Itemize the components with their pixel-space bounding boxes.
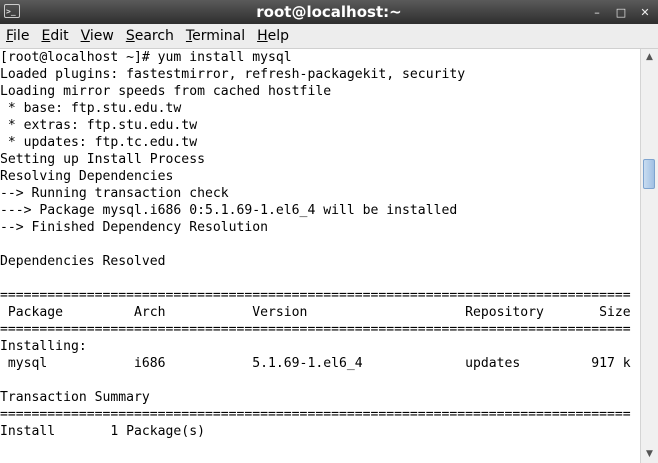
terminal-line: Installing: xyxy=(0,339,87,354)
terminal-line: ========================================… xyxy=(0,288,631,303)
window-title: root@localhost:~ xyxy=(256,3,402,21)
terminal-line: Resolving Dependencies xyxy=(0,169,174,184)
minimize-button[interactable]: – xyxy=(590,6,604,19)
menu-bar: File Edit View Search Terminal Help xyxy=(0,24,658,49)
menu-terminal[interactable]: Terminal xyxy=(180,28,251,44)
terminal-line: --> Running transaction check xyxy=(0,186,229,201)
terminal-line: Setting up Install Process xyxy=(0,152,205,167)
menu-help-mnemonic: H xyxy=(257,28,268,44)
menu-search[interactable]: Search xyxy=(120,28,180,44)
menu-file-mnemonic: F xyxy=(6,28,14,44)
menu-view-label: iew xyxy=(89,28,114,44)
vertical-scrollbar[interactable]: ▲ ▼ xyxy=(640,49,658,463)
menu-search-label: earch xyxy=(134,28,174,44)
menu-file-label: ile xyxy=(13,28,30,44)
terminal-line: ========================================… xyxy=(0,407,631,422)
window-controls: – □ ✕ xyxy=(590,0,652,24)
terminal-line: Loading mirror speeds from cached hostfi… xyxy=(0,84,332,99)
terminal-output[interactable]: [root@localhost ~]# yum install mysql Lo… xyxy=(0,49,640,463)
menu-search-mnemonic: S xyxy=(125,28,135,44)
close-button[interactable]: ✕ xyxy=(638,6,652,19)
menu-view-mnemonic: V xyxy=(80,28,90,44)
terminal-line: Loaded plugins: fastestmirror, refresh-p… xyxy=(0,67,466,82)
menu-file[interactable]: File xyxy=(0,28,35,44)
menu-edit-label: dit xyxy=(50,28,69,44)
terminal-line: Install 1 Package(s) xyxy=(0,424,205,439)
terminal-line: ---> Package mysql.i686 0:5.1.69-1.el6_4… xyxy=(0,203,458,218)
scroll-down-icon[interactable]: ▼ xyxy=(643,448,656,461)
terminal-line: [root@localhost ~]# yum install mysql xyxy=(0,50,292,65)
title-bar: >_ root@localhost:~ – □ ✕ xyxy=(0,0,658,24)
terminal-line: Transaction Summary xyxy=(0,390,150,405)
menu-terminal-label: erminal xyxy=(192,28,246,44)
terminal-line: --> Finished Dependency Resolution xyxy=(0,220,269,235)
terminal-line: * updates: ftp.tc.edu.tw xyxy=(0,135,198,150)
terminal-line: Dependencies Resolved xyxy=(0,254,166,269)
menu-edit-mnemonic: E xyxy=(41,28,51,44)
scrollbar-thumb[interactable] xyxy=(643,159,655,189)
menu-help-label: elp xyxy=(267,28,290,44)
terminal-line: * base: ftp.stu.edu.tw xyxy=(0,101,182,116)
menu-edit[interactable]: Edit xyxy=(35,28,74,44)
scroll-up-icon[interactable]: ▲ xyxy=(643,51,656,64)
menu-view[interactable]: View xyxy=(75,28,120,44)
terminal-line: mysql i686 5.1.69-1.el6_4 updates 917 k xyxy=(0,356,631,371)
maximize-button[interactable]: □ xyxy=(614,6,628,19)
terminal-line: Package Arch Version Repository Size xyxy=(0,305,631,320)
terminal-line: ========================================… xyxy=(0,322,631,337)
terminal-line: * extras: ftp.stu.edu.tw xyxy=(0,118,198,133)
menu-help[interactable]: Help xyxy=(251,28,295,44)
